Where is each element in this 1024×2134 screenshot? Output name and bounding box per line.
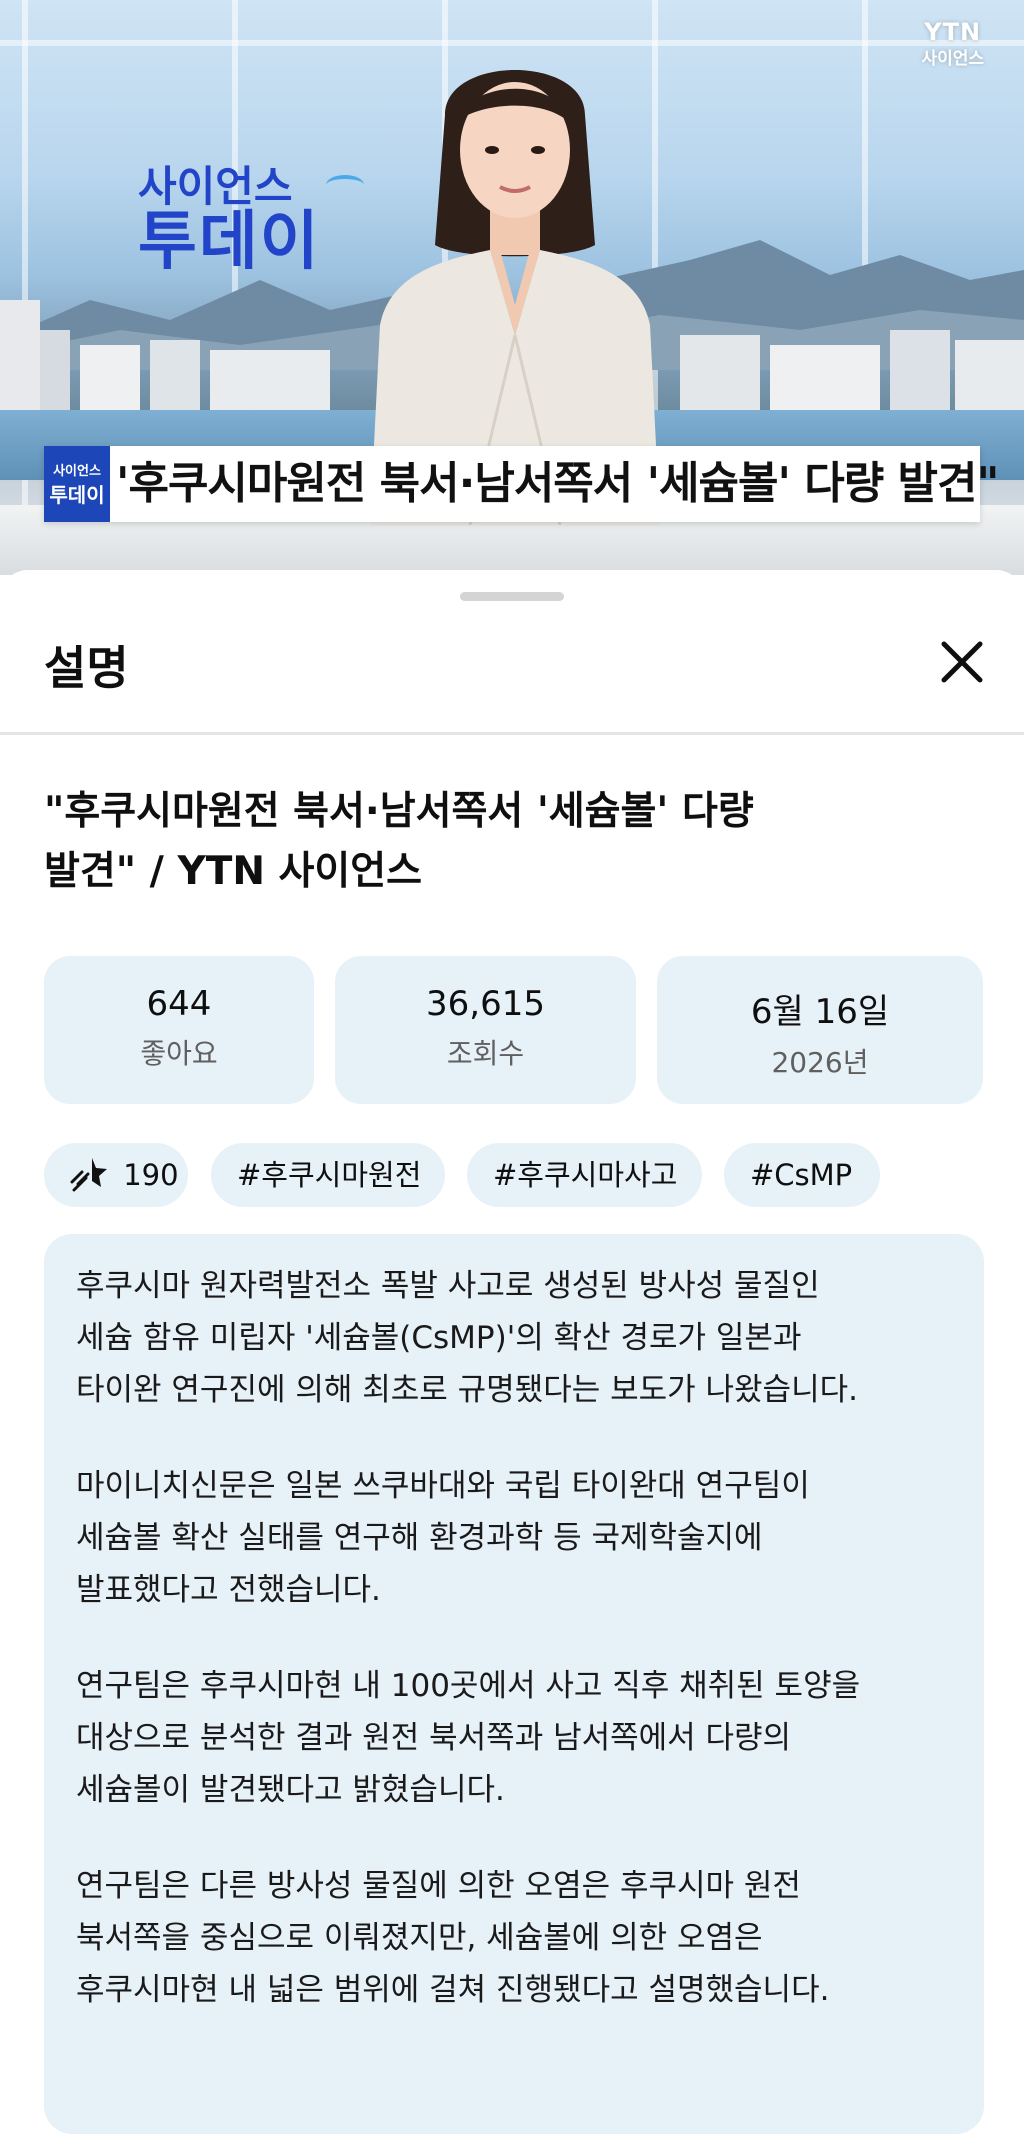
upload-date: 6월 16일 — [750, 992, 890, 1032]
description-line: 후쿠시마현 내 넓은 범위에 걸쳐 진행됐다고 설명했습니다. — [76, 1972, 830, 2008]
video-title-line: 발견" / YTN 사이언스 — [44, 849, 423, 894]
hashtag-chip[interactable]: #CsMP — [724, 1143, 880, 1207]
description-paragraph: 연구팀은 후쿠시마현 내 100곳에서 사고 직후 채취된 토양을 대상으로 분… — [76, 1660, 966, 1816]
super-thanks-chip[interactable]: 190 — [44, 1143, 188, 1207]
description-paragraph: 후쿠시마 원자력발전소 폭발 사고로 생성된 방사성 물질인 세슘 함유 미립자… — [76, 1260, 966, 1416]
sheet-title: 설명 — [44, 641, 129, 695]
description-box: 후쿠시마 원자력발전소 폭발 사고로 생성된 방사성 물질인 세슘 함유 미립자… — [44, 1234, 984, 2134]
views-label: 조회수 — [446, 1037, 525, 1070]
description-paragraph: 연구팀은 다른 방사성 물질에 의한 오염은 후쿠시마 원전 북서쪽을 중심으로… — [76, 1860, 966, 2016]
video-title: "후쿠시마원전 북서·남서쪽서 '세슘볼' 다량 발견" / YTN 사이언스 — [44, 782, 974, 902]
super-thanks-icon — [70, 1158, 107, 1192]
description-line: 발표했다고 전했습니다. — [76, 1572, 381, 1608]
views-count: 36,615 — [426, 984, 545, 1024]
description-sheet: 설명 "후쿠시마원전 북서·남서쪽서 '세슘볼' 다량 발견" / YTN 사이… — [0, 570, 1024, 2134]
show-logo: 사이언스 투데이 — [138, 164, 364, 276]
description-line: 후쿠시마 원자력발전소 폭발 사고로 생성된 방사성 물질인 — [76, 1268, 820, 1304]
description-line: 북서쪽을 중심으로 이뤄졌지만, 세슘볼에 의한 오염은 — [76, 1920, 763, 1956]
description-line: 세슘 함유 미립자 '세슘볼(CsMP)'의 확산 경로가 일본과 — [76, 1320, 802, 1356]
video-player[interactable]: 사이언스 투데이 YTN 사이언스 사이언스 투데이 '후쿠시마원전 북서·남서… — [0, 0, 1024, 575]
header-divider — [0, 732, 1024, 735]
description-line: 마이니치신문은 일본 쓰쿠바대와 국립 타이완대 연구팀이 — [76, 1468, 810, 1504]
description-line: 연구팀은 후쿠시마현 내 100곳에서 사고 직후 채취된 토양을 — [76, 1668, 861, 1704]
likes-stat: 644 좋아요 — [44, 956, 314, 1104]
description-paragraph: 마이니치신문은 일본 쓰쿠바대와 국립 타이완대 연구팀이 세슘볼 확산 실태를… — [76, 1460, 966, 1616]
headline-caption: '후쿠시마원전 북서·남서쪽서 '세슘볼' 다량 발견" — [116, 458, 999, 509]
views-stat: 36,615 조회수 — [335, 956, 636, 1104]
super-thanks-count: 190 — [123, 1158, 179, 1192]
date-stat: 6월 16일 2026년 — [657, 956, 983, 1104]
description-line: 세슘볼이 발견됐다고 밝혔습니다. — [76, 1772, 505, 1808]
description-line: 타이완 연구진에 의해 최초로 규명됐다는 보도가 나왔습니다. — [76, 1372, 858, 1408]
likes-count: 644 — [146, 984, 212, 1024]
video-title-line: "후쿠시마원전 북서·남서쪽서 '세슘볼' 다량 — [44, 789, 754, 834]
description-line: 연구팀은 다른 방사성 물질에 의한 오염은 후쿠시마 원전 — [76, 1868, 801, 1904]
stats-row: 644 좋아요 36,615 조회수 6월 16일 2026년 — [44, 956, 984, 1104]
drag-handle[interactable] — [460, 592, 564, 601]
likes-label: 좋아요 — [140, 1037, 218, 1070]
hashtag-chip[interactable]: #후쿠시마사고 — [467, 1143, 702, 1207]
channel-logo: YTN 사이언스 — [921, 18, 984, 69]
close-button[interactable] — [930, 630, 994, 694]
upload-year: 2026년 — [771, 1046, 869, 1079]
show-badge: 사이언스 투데이 — [44, 446, 110, 522]
news-lower-third: 사이언스 투데이 '후쿠시마원전 북서·남서쪽서 '세슘볼' 다량 발견" — [44, 446, 999, 522]
description-line: 세슘볼 확산 실태를 연구해 환경과학 등 국제학술지에 — [76, 1520, 763, 1556]
description-line: 대상으로 분석한 결과 원전 북서쪽과 남서쪽에서 다량의 — [76, 1720, 792, 1756]
close-icon — [941, 641, 983, 683]
hashtag-chip[interactable]: #후쿠시마원전 — [211, 1143, 445, 1207]
